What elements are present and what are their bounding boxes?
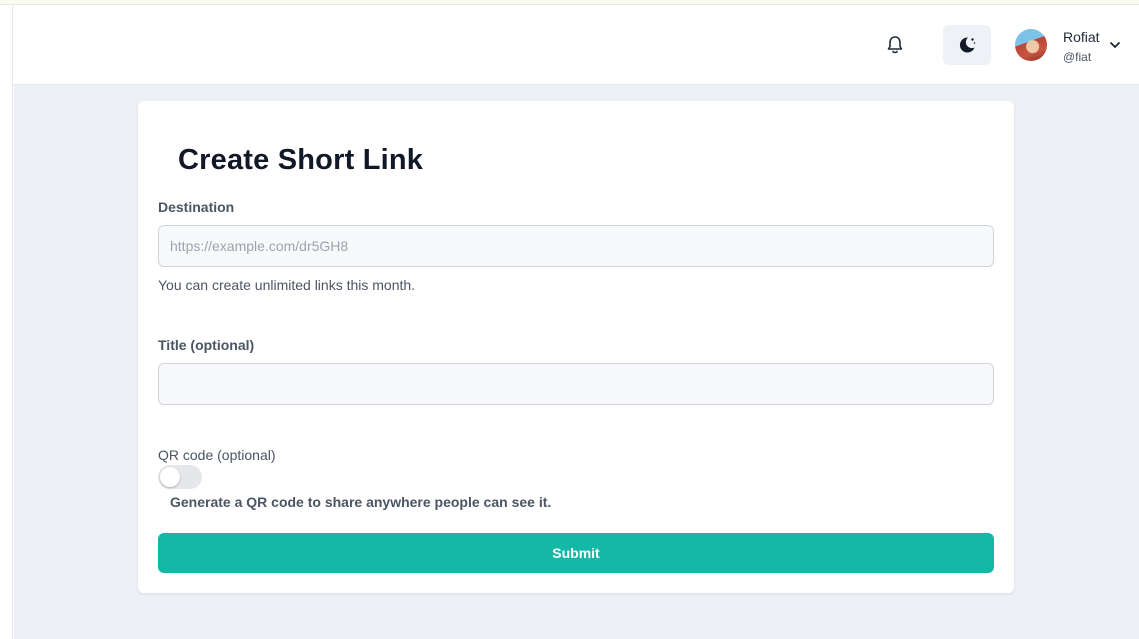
- toggle-knob: [160, 467, 180, 487]
- left-sidebar-rail: [0, 5, 13, 639]
- bell-icon: [887, 36, 903, 54]
- title-label: Title (optional): [158, 337, 255, 353]
- top-header: Rofiat @fiat: [13, 5, 1139, 85]
- page-title: Create Short Link: [178, 144, 424, 176]
- submit-button[interactable]: Submit: [158, 533, 994, 573]
- qr-code-toggle[interactable]: [158, 465, 202, 489]
- chevron-down-icon: [1110, 42, 1120, 48]
- destination-label: Destination: [158, 199, 235, 215]
- notifications-button[interactable]: [885, 34, 905, 56]
- qr-code-label: QR code (optional): [158, 447, 276, 463]
- title-input[interactable]: [158, 363, 994, 405]
- avatar: [1015, 29, 1047, 61]
- theme-toggle-button[interactable]: [943, 25, 991, 65]
- destination-input[interactable]: [158, 225, 994, 267]
- user-menu[interactable]: Rofiat @fiat: [1013, 25, 1125, 69]
- moon-stars-icon: [959, 37, 976, 53]
- create-link-card: Create Short Link Destination You can cr…: [138, 101, 1014, 593]
- user-name: Rofiat: [1063, 29, 1100, 45]
- qr-code-description: Generate a QR code to share anywhere peo…: [170, 494, 552, 510]
- destination-hint: You can create unlimited links this mont…: [158, 277, 416, 293]
- user-handle: @fiat: [1063, 50, 1092, 64]
